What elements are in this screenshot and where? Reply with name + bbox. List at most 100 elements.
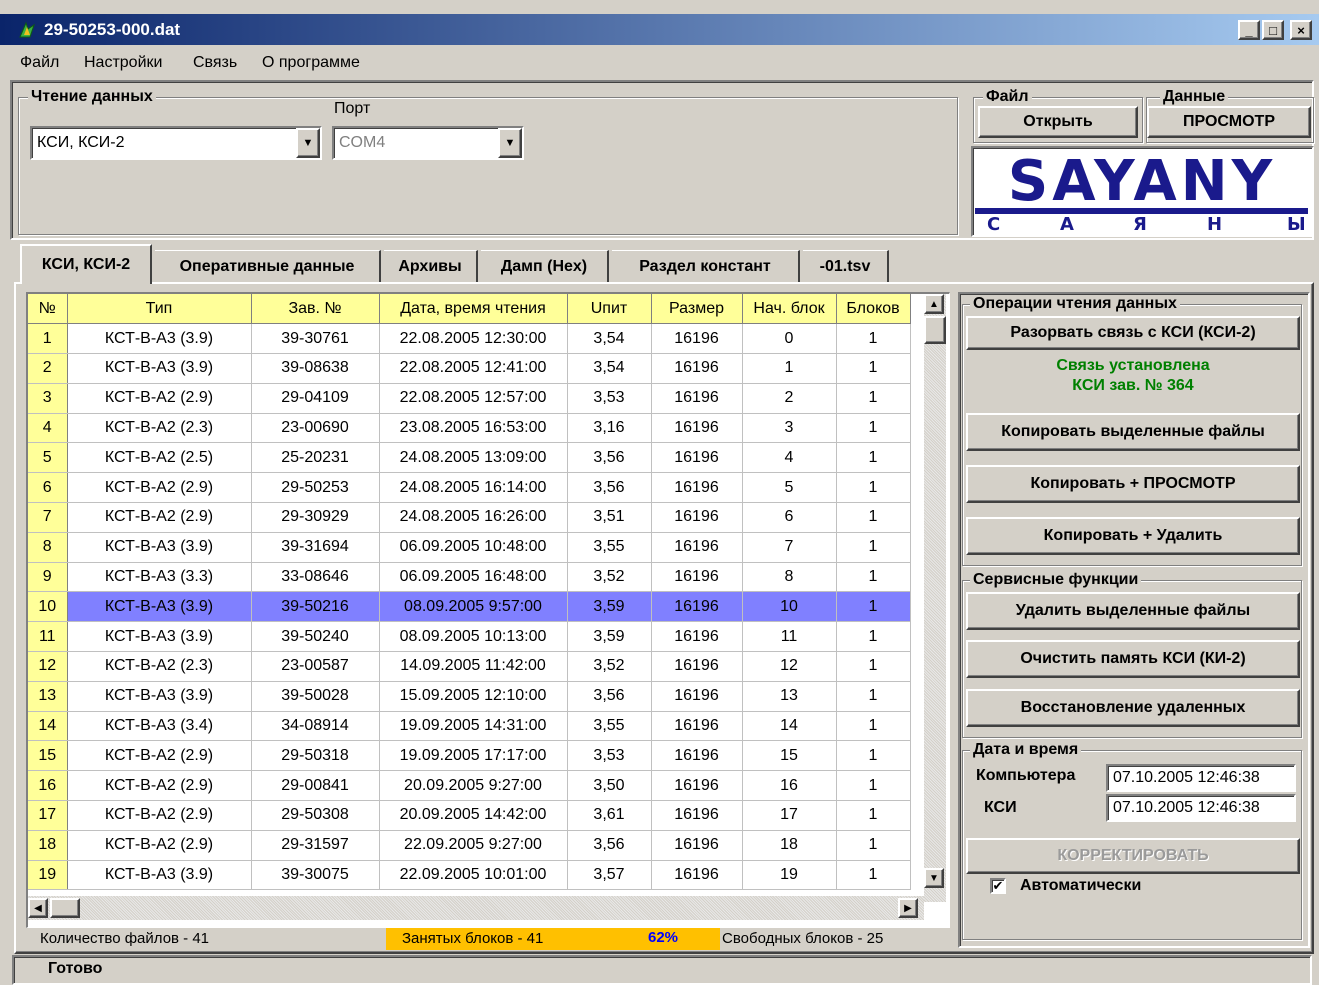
datetime-group-label: Дата и время [970, 741, 1082, 759]
table-cell: 1 [836, 562, 911, 593]
disconnect-button[interactable]: Разорвать связь с КСИ (КСИ-2) [966, 316, 1300, 350]
table-row[interactable]: 5 КСТ-В-А2 (2.5) 25-20231 24.08.2005 13:09:… [28, 442, 911, 474]
tab-archives[interactable]: Архивы [384, 250, 478, 282]
table-cell: 33-08646 [251, 562, 380, 593]
maximize-button[interactable]: □ [1262, 20, 1284, 40]
dropdown-arrow-icon[interactable]: ▼ [296, 128, 320, 158]
file-count: Количество файлов - 41 [40, 930, 210, 947]
restore-deleted-button[interactable]: Восстановление удаленных [966, 689, 1300, 727]
table-row[interactable]: 18 КСТ-В-А2 (2.9) 29-31597 22.09.2005 9:27:… [28, 830, 911, 861]
table-cell: 16196 [651, 323, 743, 355]
files-table[interactable]: № Тип Зав. № Дата, время чтения Uпит Размер На… [26, 292, 950, 928]
menu-about[interactable]: О программе [262, 54, 360, 72]
copy-selected-button[interactable]: Копировать выделенные файлы [966, 413, 1300, 451]
tab-dump-hex[interactable]: Дамп (Hex) [481, 250, 609, 282]
table-cell: КСТ-В-А2 (2.9) [67, 830, 252, 861]
table-row[interactable]: 19 КСТ-В-А3 (3.9) 39-30075 22.09.2005 10:01… [28, 860, 911, 891]
table-cell: 20.09.2005 14:42:00 [379, 800, 568, 831]
row-number-cell: 9 [28, 562, 68, 593]
column-header[interactable]: Зав. № [251, 294, 380, 325]
column-header[interactable]: Uпит [567, 294, 652, 325]
table-row[interactable]: 16 КСТ-В-А2 (2.9) 29-00841 20.09.2005 9:27:… [28, 770, 911, 802]
port-select[interactable]: COM4 ▼ [332, 126, 524, 160]
table-row[interactable]: 2 КСТ-В-А3 (3.9) 39-08638 22.08.2005 12:41:… [28, 353, 911, 384]
table-cell: 1 [836, 591, 911, 623]
column-header[interactable]: Нач. блок [742, 294, 837, 325]
menu-file[interactable]: Файл [20, 54, 59, 72]
device-select[interactable]: КСИ, КСИ-2 ▼ [30, 126, 322, 160]
table-row[interactable]: 14 КСТ-В-А3 (3.4) 34-08914 19.09.2005 14:31… [28, 711, 911, 742]
minimize-button[interactable]: _ [1238, 20, 1260, 40]
scroll-right-icon[interactable]: ▶ [898, 898, 918, 918]
read-data-group [18, 97, 958, 235]
ksi-time-field[interactable]: 07.10.2005 12:46:38 [1106, 794, 1296, 822]
table-row[interactable]: 15 КСТ-В-А2 (2.9) 29-50318 19.09.2005 17:17… [28, 740, 911, 772]
column-header[interactable]: Блоков [836, 294, 911, 325]
table-cell: 19.09.2005 17:17:00 [379, 740, 568, 772]
table-cell: 4 [742, 442, 837, 474]
auto-checkbox[interactable]: ✔ [990, 878, 1006, 894]
table-row[interactable]: 17 КСТ-В-А2 (2.9) 29-50308 20.09.2005 14:42… [28, 800, 911, 831]
table-cell: 1 [836, 651, 911, 682]
copy-delete-button[interactable]: Копировать + Удалить [966, 517, 1300, 555]
scroll-thumb[interactable] [924, 316, 946, 344]
scroll-up-icon[interactable]: ▲ [924, 294, 944, 314]
table-cell: 17 [742, 800, 837, 831]
table-cell: 22.09.2005 9:27:00 [379, 830, 568, 861]
used-blocks: Занятых блоков - 41 [386, 928, 616, 950]
column-header[interactable]: Тип [67, 294, 252, 325]
row-number-cell: 5 [28, 442, 68, 474]
column-header[interactable]: Дата, время чтения [379, 294, 568, 325]
table-cell: 39-08638 [251, 353, 380, 384]
table-cell: 29-04109 [251, 383, 380, 414]
table-row[interactable]: 1 КСТ-В-А3 (3.9) 39-30761 22.08.2005 12:30:… [28, 323, 911, 355]
title-bar[interactable]: 29-50253-000.dat _ □ × [0, 14, 1319, 45]
table-row[interactable]: 11 КСТ-В-А3 (3.9) 39-50240 08.09.2005 10:13… [28, 621, 911, 653]
correct-button[interactable]: КОРРЕКТИРОВАТЬ [966, 838, 1300, 874]
delete-selected-button[interactable]: Удалить выделенные файлы [966, 592, 1300, 630]
table-row[interactable]: 12 КСТ-В-А2 (2.3) 23-00587 14.09.2005 11:42… [28, 651, 911, 682]
menu-connection[interactable]: Связь [193, 54, 237, 72]
table-cell: 25-20231 [251, 442, 380, 474]
table-cell: 3,55 [567, 711, 652, 742]
tab-operational-data[interactable]: Оперативные данные [155, 250, 381, 282]
column-header[interactable]: Размер [651, 294, 743, 325]
scroll-down-icon[interactable]: ▼ [924, 868, 944, 888]
column-header[interactable]: № [28, 294, 68, 325]
table-cell: 16196 [651, 651, 743, 682]
vertical-scrollbar[interactable]: ▲ ▼ [924, 294, 946, 902]
clear-memory-button[interactable]: Очистить память КСИ (КИ-2) [966, 640, 1300, 678]
table-row[interactable]: 4 КСТ-В-А2 (2.3) 23-00690 23.08.2005 16:53:… [28, 413, 911, 444]
service-group-label: Сервисные функции [970, 571, 1142, 589]
table-row[interactable]: 6 КСТ-В-А2 (2.9) 29-50253 24.08.2005 16:14:… [28, 472, 911, 504]
row-number-cell: 8 [28, 532, 68, 563]
table-cell: 13 [742, 681, 837, 712]
table-cell: 1 [836, 711, 911, 742]
copy-view-button[interactable]: Копировать + ПРОСМОТР [966, 465, 1300, 503]
view-data-button[interactable]: ПРОСМОТР [1147, 106, 1311, 138]
menu-settings[interactable]: Настройки [84, 54, 162, 72]
table-row[interactable]: 10 КСТ-В-А3 (3.9) 39-50216 08.09.2005 9:57:… [28, 591, 911, 623]
table-row[interactable]: 13 КСТ-В-А3 (3.9) 39-50028 15.09.2005 12:10… [28, 681, 911, 712]
table-row[interactable]: 7 КСТ-В-А2 (2.9) 29-30929 24.08.2005 16:26:… [28, 502, 911, 533]
tab-ksi[interactable]: КСИ, КСИ-2 [20, 244, 152, 284]
open-file-button[interactable]: Открыть [978, 106, 1138, 138]
svg-text:С: С [987, 214, 1000, 235]
close-button[interactable]: × [1290, 20, 1312, 40]
table-cell: 39-30761 [251, 323, 380, 355]
tab-constants[interactable]: Раздел констант [612, 250, 800, 282]
dropdown-arrow-icon[interactable]: ▼ [498, 128, 522, 158]
table-row[interactable]: 9 КСТ-В-А3 (3.3) 33-08646 06.09.2005 16:48:… [28, 562, 911, 593]
table-row[interactable]: 3 КСТ-В-А2 (2.9) 29-04109 22.08.2005 12:57:… [28, 383, 911, 414]
table-cell: 16196 [651, 621, 743, 653]
scroll-left-icon[interactable]: ◀ [28, 898, 48, 918]
table-cell: КСТ-В-А2 (2.3) [67, 413, 252, 444]
connection-status-line2: КСИ зав. № 364 [1072, 377, 1194, 394]
computer-time-field[interactable]: 07.10.2005 12:46:38 [1106, 764, 1296, 792]
table-row[interactable]: 8 КСТ-В-А3 (3.9) 39-31694 06.09.2005 10:48:… [28, 532, 911, 563]
table-cell: 1 [836, 353, 911, 384]
tab-tsv[interactable]: -01.tsv [803, 250, 889, 282]
horizontal-scrollbar[interactable]: ◀ ▶ [28, 896, 924, 920]
hscroll-thumb[interactable] [50, 898, 80, 918]
table-cell: КСТ-В-А3 (3.3) [67, 562, 252, 593]
